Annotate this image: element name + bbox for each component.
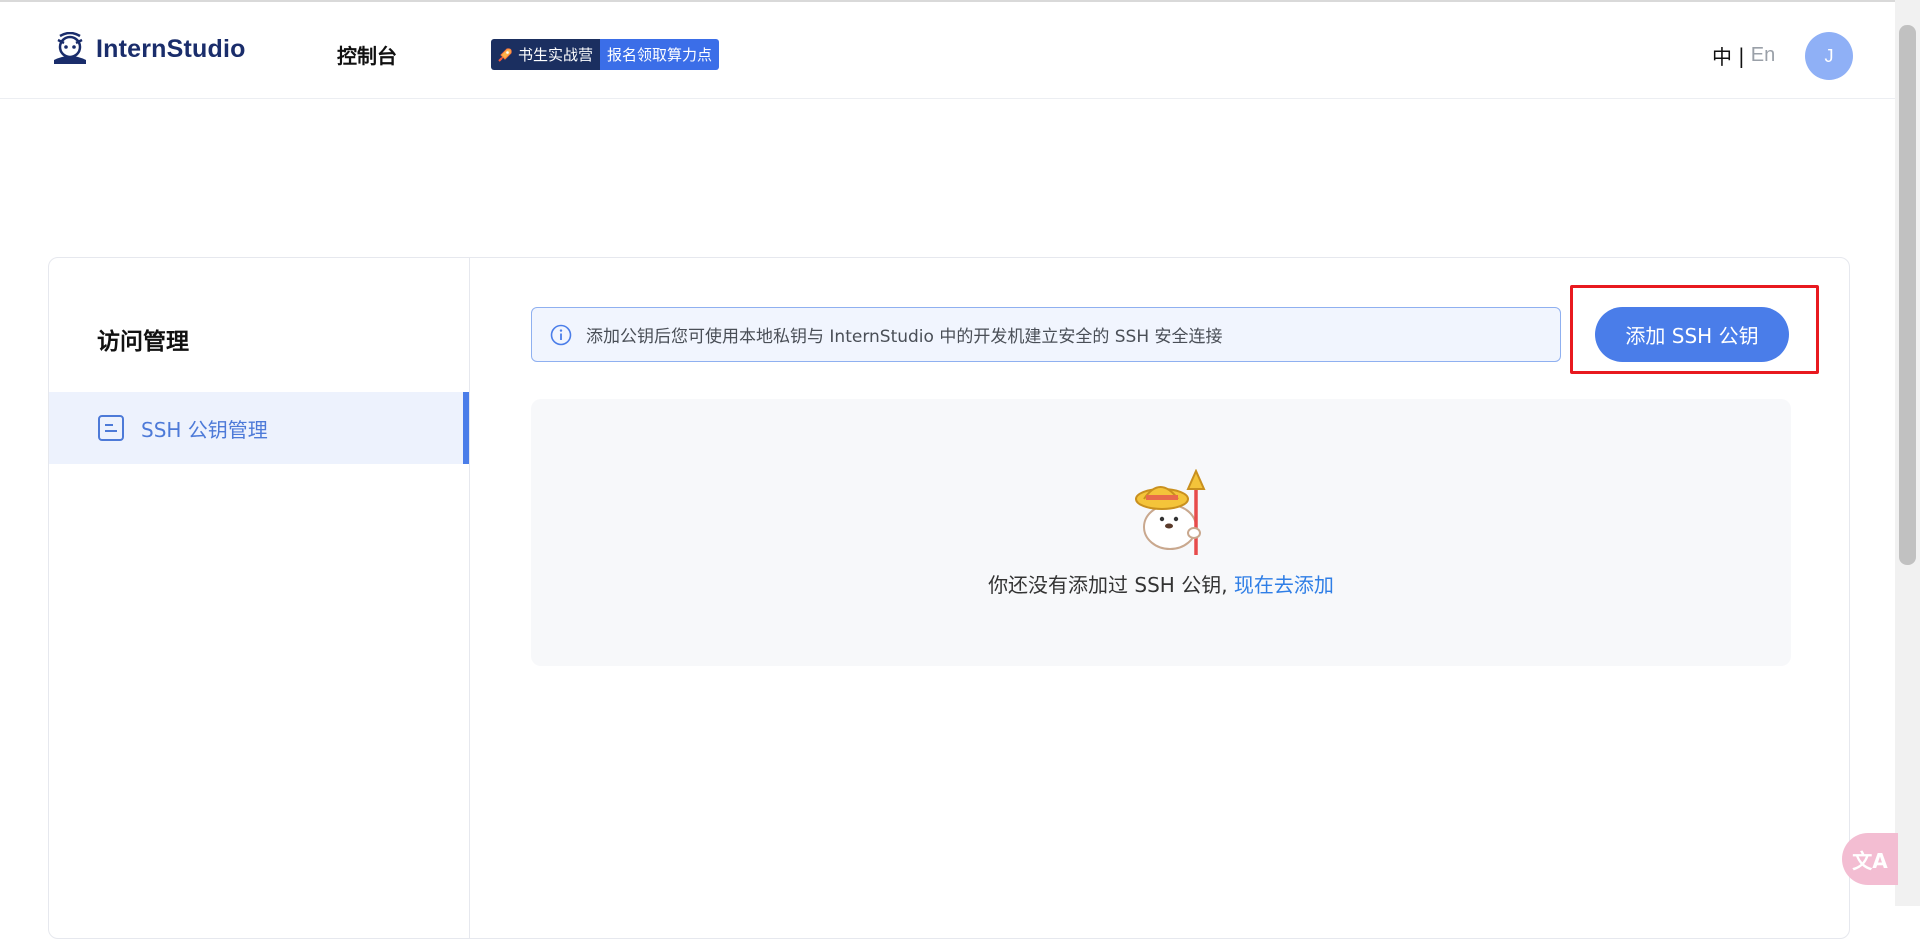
- brand-name: InternStudio: [96, 34, 246, 63]
- promo-left-label: 书生实战营: [518, 46, 594, 64]
- info-alert: 添加公钥后您可使用本地私钥与 InternStudio 中的开发机建立安全的 S…: [531, 307, 1561, 362]
- scroll-thumb[interactable]: [1899, 25, 1916, 565]
- alert-text: 添加公钥后您可使用本地私钥与 InternStudio 中的开发机建立安全的 S…: [586, 327, 1223, 347]
- active-indicator: [463, 392, 469, 464]
- promo-right: 报名领取算力点: [600, 39, 720, 70]
- lang-zh[interactable]: 中: [1712, 41, 1732, 70]
- promo-left: 书生实战营: [491, 39, 601, 70]
- info-icon: [550, 324, 572, 345]
- promo-banner[interactable]: 书生实战营 报名领取算力点: [491, 39, 720, 70]
- avatar[interactable]: J: [1805, 32, 1853, 80]
- seal-mascot-icon: [1135, 469, 1206, 555]
- sidebar-item-ssh-keys[interactable]: SSH 公钥管理: [49, 392, 469, 464]
- brand-mascot-icon: [54, 32, 86, 64]
- sidebar-title: 访问管理: [97, 329, 189, 355]
- document-icon: [98, 415, 124, 441]
- empty-state: 你还没有添加过 SSH 公钥, 现在去添加: [531, 399, 1791, 666]
- add-now-link[interactable]: 现在去添加: [1234, 573, 1334, 597]
- empty-text: 你还没有添加过 SSH 公钥,: [988, 573, 1234, 597]
- sidebar: 访问管理 SSH 公钥管理: [49, 258, 470, 938]
- translate-float-button[interactable]: 文A: [1842, 833, 1898, 885]
- nav-console[interactable]: 控制台: [337, 40, 397, 69]
- top-header: InternStudio 控制台 书生实战营 报名领取算力点 中 | En J: [0, 2, 1895, 99]
- access-management-card: 访问管理 SSH 公钥管理 添加公钥后您可使用本地私钥与 InternStudi…: [48, 257, 1850, 939]
- empty-message: 你还没有添加过 SSH 公钥, 现在去添加: [531, 569, 1791, 598]
- brand-logo[interactable]: InternStudio: [50, 32, 246, 66]
- language-switch: 中 | En: [1712, 41, 1775, 70]
- translate-icon: 文A: [1852, 848, 1888, 873]
- lang-separator: |: [1738, 43, 1745, 68]
- highlight-box: [1570, 285, 1819, 374]
- lang-en[interactable]: En: [1751, 44, 1775, 67]
- rocket-icon: [498, 47, 512, 62]
- page-scrollbar[interactable]: [1895, 0, 1920, 906]
- sidebar-item-label: SSH 公钥管理: [141, 417, 268, 442]
